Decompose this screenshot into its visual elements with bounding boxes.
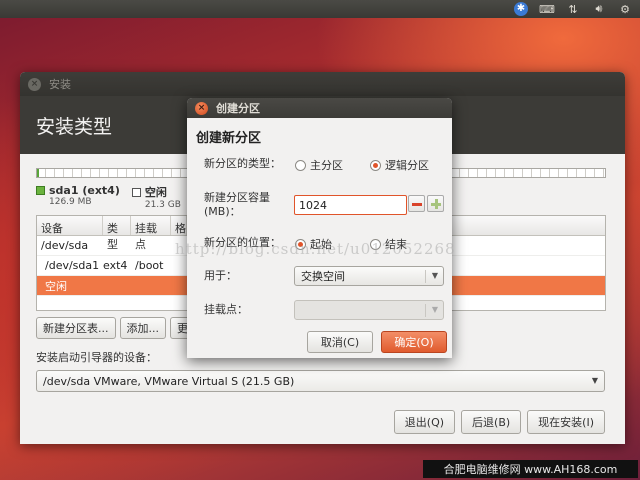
minus-icon	[412, 203, 422, 206]
back-button[interactable]: 后退(B)	[461, 410, 522, 434]
top-panel: ✱ ⌨ ⇅ 🔊︎ ⚙	[0, 0, 640, 18]
bootloader-value: /dev/sda VMware, VMware Virtual S (21.5 …	[43, 374, 295, 388]
mount-point-label: 挂载点：	[204, 303, 248, 316]
legend-size: 126.9 MB	[49, 197, 92, 207]
usage-segment-sda1	[37, 169, 39, 177]
legend-label: 空闲	[144, 186, 167, 199]
size-label: 新建分区容量 (MB)：	[204, 191, 270, 219]
legend-size: 21.3 GB	[144, 200, 181, 210]
cell-mount: /boot	[135, 259, 164, 272]
radio-primary[interactable]: 主分区	[295, 157, 343, 173]
cancel-button[interactable]: 取消(C)	[307, 331, 373, 353]
radio-checked-icon	[370, 159, 381, 171]
chevron-down-icon: ▼	[431, 271, 438, 280]
keyboard-icon[interactable]: ⌨	[538, 2, 556, 16]
new-partition-table-button[interactable]: 新建分区表...	[36, 317, 116, 339]
column-header-mount[interactable]: 挂载点	[131, 216, 171, 251]
radio-logical[interactable]: 逻辑分区	[370, 157, 429, 173]
bootloader-label: 安装启动引导器的设备：	[36, 351, 157, 364]
cell-device: 空闲	[45, 279, 67, 293]
use-as-select[interactable]: 交换空间 ▼	[294, 266, 444, 286]
radio-primary-label: 主分区	[310, 159, 343, 172]
chevron-down-icon: ▼	[591, 376, 598, 385]
watermark-text: http://blog.csdn.net/u012052268	[175, 240, 456, 258]
dialog-title: 创建分区	[216, 102, 260, 115]
legend-label: sda1 (ext4)	[49, 184, 120, 197]
volume-icon[interactable]: 🔊︎	[590, 2, 608, 16]
accessibility-icon[interactable]: ✱	[512, 2, 530, 16]
column-header-format[interactable]: 格	[171, 216, 187, 235]
close-icon[interactable]: ×	[28, 77, 41, 91]
dialog-heading: 创建新分区	[196, 131, 262, 146]
close-icon[interactable]: ×	[195, 101, 208, 115]
bootloader-device-select[interactable]: /dev/sda VMware, VMware Virtual S (21.5 …	[36, 370, 605, 392]
legend-item: 空闲 21.3 GB	[131, 184, 181, 210]
dialog-titlebar: × 创建分区	[187, 98, 452, 118]
cell-device: /dev/sda	[41, 239, 89, 252]
radio-icon	[295, 159, 306, 171]
use-as-label: 用于：	[204, 269, 237, 282]
swatch-green-icon	[36, 186, 45, 195]
chevron-down-icon: ▼	[431, 305, 438, 314]
decrement-button[interactable]	[408, 195, 425, 212]
navigation-buttons: 退出(Q) 后退(B) 现在安装(I)	[393, 410, 605, 434]
quit-button[interactable]: 退出(Q)	[393, 410, 456, 434]
site-badge: 合肥电脑维修网 www.AH168.com	[423, 460, 638, 478]
install-now-button[interactable]: 现在安装(I)	[527, 410, 605, 434]
network-icon[interactable]: ⇅	[564, 2, 582, 16]
partition-legend: sda1 (ext4) 126.9 MB 空闲 21.3 GB	[36, 184, 181, 210]
legend-item: sda1 (ext4) 126.9 MB	[36, 184, 120, 210]
window-title: 安装	[49, 78, 71, 91]
swatch-white-icon	[131, 187, 141, 197]
size-label-line1: 新建分区容量	[204, 191, 270, 204]
cell-type: ext4	[103, 259, 128, 272]
ok-button[interactable]: 确定(O)	[381, 331, 447, 353]
add-partition-button[interactable]: 添加...	[119, 317, 166, 339]
gear-icon[interactable]: ⚙	[616, 2, 634, 16]
column-header-device[interactable]: 设备	[37, 216, 103, 235]
increment-button[interactable]	[427, 195, 444, 212]
radio-logical-label: 逻辑分区	[385, 159, 429, 172]
dialog-buttons: 取消(C) 确定(O)	[307, 331, 447, 353]
size-label-line2: (MB)：	[204, 205, 241, 218]
partition-type-label: 新分区的类型：	[204, 157, 281, 170]
partition-buttons: 新建分区表... 添加... 更改	[36, 317, 206, 339]
installer-titlebar: × 安装	[20, 72, 625, 96]
column-header-type[interactable]: 类型	[103, 216, 131, 251]
use-as-value: 交换空间	[301, 270, 345, 283]
size-input[interactable]: 1024	[294, 195, 407, 215]
create-partition-dialog: × 创建分区 创建新分区 新分区的类型： 主分区 逻辑分区 新建分区容量 (MB…	[187, 98, 452, 358]
mount-point-select[interactable]: ▼	[294, 300, 444, 320]
cell-device: /dev/sda1	[45, 259, 100, 272]
